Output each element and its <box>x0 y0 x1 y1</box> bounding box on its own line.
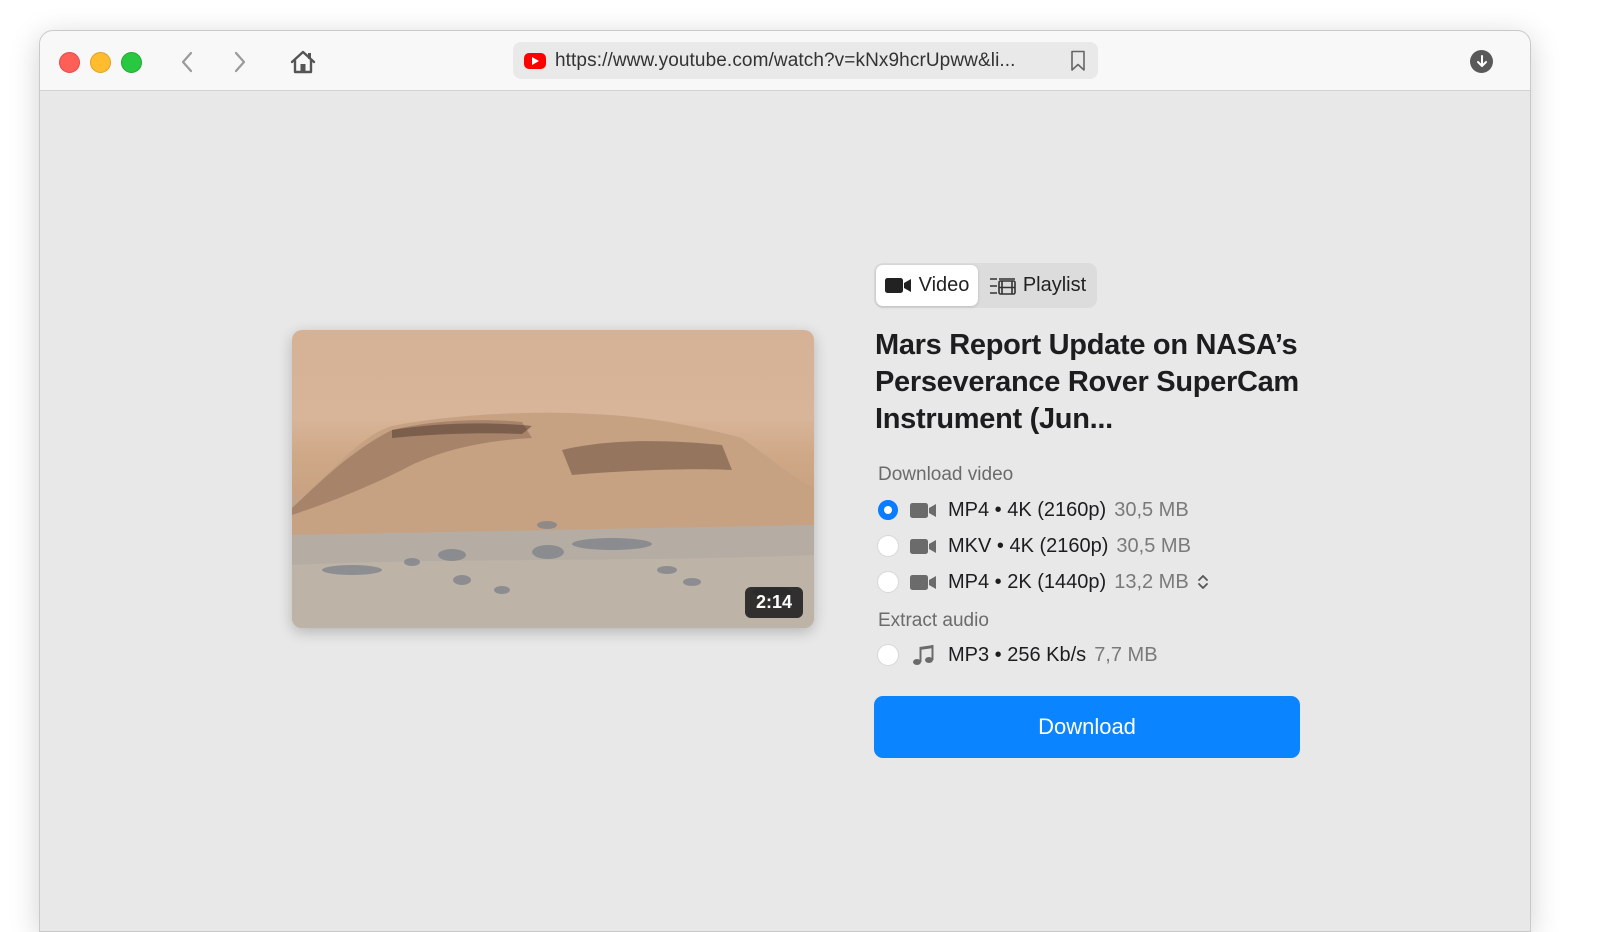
bookmark-icon[interactable] <box>1070 50 1086 72</box>
playlist-icon <box>989 277 1016 295</box>
chevron-right-icon <box>234 51 246 73</box>
forward-button[interactable] <box>226 48 254 76</box>
radio-button[interactable] <box>878 572 898 592</box>
video-camera-icon <box>910 573 938 591</box>
option-format: MP4 • 2K (1440p) <box>948 570 1107 593</box>
home-icon <box>290 50 316 74</box>
option-size: 7,7 MB <box>1094 643 1158 666</box>
chevron-up-down-icon <box>1197 575 1208 589</box>
chevron-left-icon <box>181 51 193 73</box>
option-size: 13,2 MB <box>1114 570 1189 593</box>
mars-landscape-image <box>292 412 814 628</box>
mode-segmented-control: Video Playlist <box>874 263 1097 308</box>
address-bar[interactable]: https://www.youtube.com/watch?v=kNx9hcrU… <box>513 42 1098 79</box>
youtube-icon <box>524 52 546 69</box>
music-note-icon <box>910 645 938 665</box>
window-close-button[interactable] <box>59 52 80 73</box>
back-button[interactable] <box>173 48 201 76</box>
browser-window: https://www.youtube.com/watch?v=kNx9hcrU… <box>39 30 1531 932</box>
video-title: Mars Report Update on NASA’s Perseveranc… <box>875 329 1299 435</box>
option-format: MKV • 4K (2160p) <box>948 534 1109 557</box>
browser-toolbar: https://www.youtube.com/watch?v=kNx9hcrU… <box>40 31 1530 91</box>
download-video-label: Download video <box>878 464 1014 485</box>
video-camera-icon <box>910 537 938 555</box>
video-duration-badge: 2:14 <box>744 587 803 618</box>
video-camera-icon <box>884 278 911 293</box>
option-mkv-4k[interactable]: MKV • 4K (2160p) 30,5 MB <box>878 531 1191 561</box>
download-button[interactable]: Download <box>874 696 1300 758</box>
video-camera-icon <box>910 501 938 519</box>
window-minimize-button[interactable] <box>90 52 111 73</box>
downloads-button[interactable] <box>1470 50 1493 73</box>
option-size: 30,5 MB <box>1116 534 1191 557</box>
window-maximize-button[interactable] <box>121 52 142 73</box>
radio-button[interactable] <box>878 645 898 665</box>
option-format: MP4 • 4K (2160p) <box>948 498 1107 521</box>
more-formats-stepper[interactable] <box>1197 573 1209 591</box>
radio-button[interactable] <box>878 536 898 556</box>
home-button[interactable] <box>289 48 317 76</box>
tab-playlist-label: Playlist <box>1022 274 1087 296</box>
option-mp4-4k[interactable]: MP4 • 4K (2160p) 30,5 MB <box>878 495 1189 525</box>
option-mp3-256[interactable]: MP3 • 256 Kb/s 7,7 MB <box>878 640 1158 670</box>
option-mp4-2k[interactable]: MP4 • 2K (1440p) 13,2 MB <box>878 567 1209 597</box>
download-circle-icon <box>1476 55 1487 67</box>
video-thumbnail: 2:14 <box>292 330 814 628</box>
url-text[interactable]: https://www.youtube.com/watch?v=kNx9hcrU… <box>555 50 1016 72</box>
option-size: 30,5 MB <box>1114 498 1189 521</box>
extract-audio-label: Extract audio <box>878 610 989 631</box>
tab-playlist[interactable]: Playlist <box>980 265 1095 306</box>
tab-video-label: Video <box>918 274 970 296</box>
radio-button-selected[interactable] <box>878 500 898 520</box>
option-format: MP3 • 256 Kb/s <box>948 643 1087 666</box>
tab-video[interactable]: Video <box>876 265 978 306</box>
